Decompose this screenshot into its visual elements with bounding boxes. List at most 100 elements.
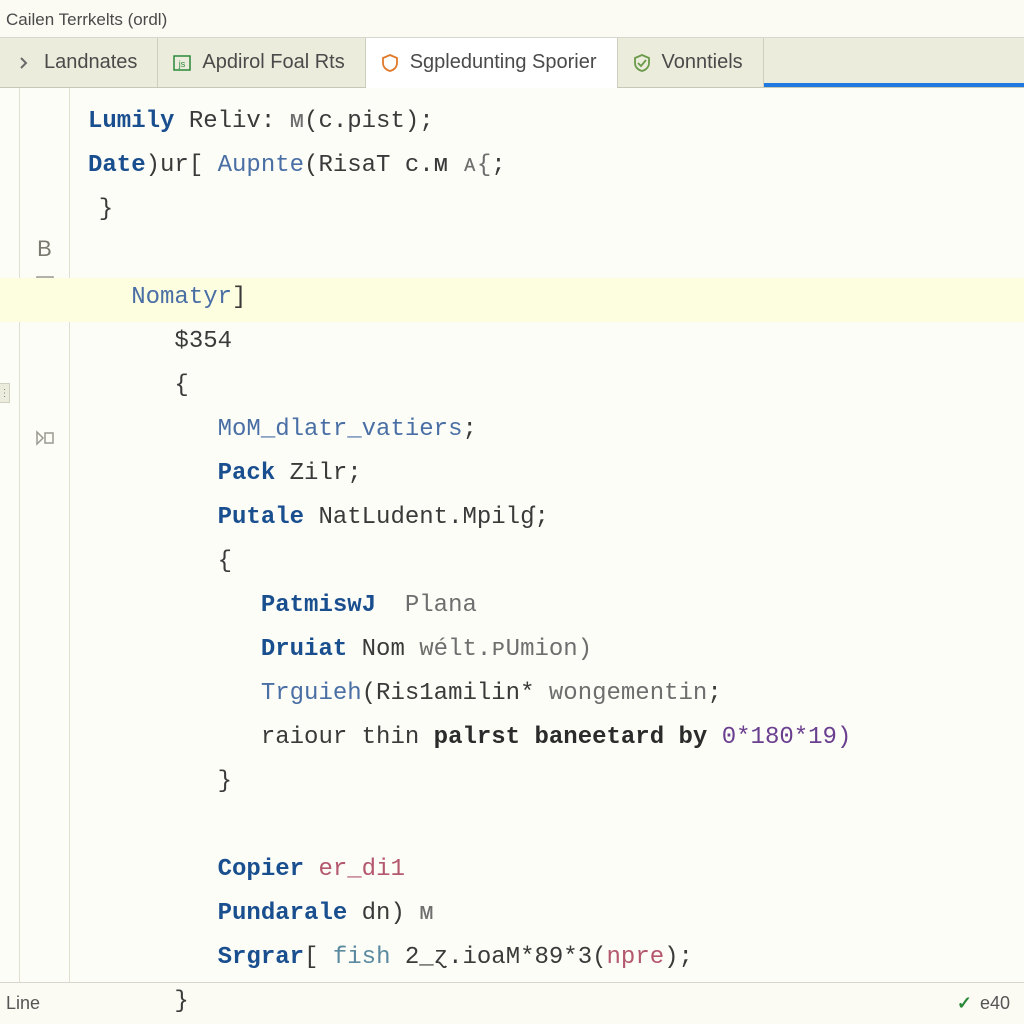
token: $354 [174,328,232,355]
token: Aupnte [218,152,304,179]
token: ] [232,284,246,311]
token: ; [491,152,505,179]
token [88,504,218,531]
token: Zilr; [275,460,361,487]
token: npre [607,944,665,971]
code-line[interactable] [88,804,1024,848]
breakpoint-marker[interactable]: B [37,236,52,262]
token [88,592,261,619]
token [88,284,131,311]
token [88,724,261,751]
token: ; [462,416,476,443]
token: Nomatyr [131,284,232,311]
tab-label: Landnates [44,51,137,74]
tab-label: Apdirol Foal Rts [202,51,344,74]
token: raiour [261,724,347,751]
tab-underline [764,83,1024,87]
token [88,856,218,883]
token: { [88,548,232,575]
code-line[interactable]: Pundarale dn) ᴍ [88,892,1024,936]
tab-label: Sgpledunting Sporier [410,51,597,74]
token: Pundarale [218,900,348,927]
code-line[interactable]: Putale NatLudent.Mpilɠ; [88,496,1024,540]
code-line[interactable]: PatmiswJ Plana [88,584,1024,628]
token: wélt.ᴘUmion) [419,636,592,663]
token: (RisaT c.ᴍ [304,152,462,179]
token: PatmiswJ [261,592,376,619]
code-line[interactable]: Lumily Reliv: ᴍ(c.pist); [88,100,1024,144]
status-line-label[interactable]: Line [6,993,40,1014]
gutter-expand-handle[interactable]: ⋮ [0,383,10,403]
code-line[interactable]: raiour thin palrst baneetard by 0*180*19… [88,716,1024,760]
window-title: Cailen Terrkelts (ordl) [6,10,167,30]
token: 2_ɀ.ioaM*89*3( [390,944,606,971]
tab-label: Vonntiels [662,51,743,74]
token: [ [304,944,333,971]
tab-1[interactable]: js Apdirol Foal Rts [158,38,365,87]
token: Nom [347,636,419,663]
token: } [88,988,189,1015]
token: Date [88,152,146,179]
code-line[interactable]: { [88,364,1024,408]
token: Srgrar [218,944,304,971]
token [304,856,318,883]
token: Plana [405,592,477,619]
code-line[interactable]: } [88,980,1024,1024]
gutter-run-icon[interactable] [35,430,55,446]
svg-text:js: js [178,59,186,69]
code-line[interactable] [88,232,1024,276]
token: Putale [218,504,304,531]
code-line[interactable]: Trguieh(Ris1amilin* wongementin; [88,672,1024,716]
token: { [88,372,189,399]
tab-strip: Landnates js Apdirol Foal Rts Sgpledunting … [0,38,1024,88]
token: er_di1 [318,856,404,883]
tab-3[interactable]: Vonntiels [618,38,764,87]
code-line[interactable]: Druiat Nom wélt.ᴘUmion) [88,628,1024,672]
token [376,592,405,619]
token: Copier [218,856,304,883]
token: fish [333,944,391,971]
token [88,460,218,487]
token: ); [664,944,693,971]
token: wongementin [549,680,707,707]
chevron-icon [14,53,34,73]
token: 0*180*19) [722,724,852,751]
token: Reliv: [174,108,289,135]
tab-2[interactable]: Sgpledunting Sporier [366,38,618,87]
token: Lumily [88,108,174,135]
gutter-fold[interactable] [0,88,20,982]
code-line[interactable]: } [88,760,1024,804]
code-editor[interactable]: Lumily Reliv: ᴍ(c.pist);Date)ur[ Aupnte(… [70,88,1024,982]
gutter-markers[interactable]: B [20,88,70,982]
code-line[interactable]: Pack Zilr; [88,452,1024,496]
token: MoM_dlatr_vatiers [218,416,463,443]
token: } [70,196,113,223]
shield-check-icon [632,53,652,73]
token: } [88,768,232,795]
editor-area: ⋮ B Lumily Reliv: ᴍ(c.pist);Date)ur[ Aup… [0,88,1024,982]
code-line[interactable]: Date)ur[ Aupnte(RisaT c.ᴍ ᴀ{; [88,144,1024,188]
code-line[interactable]: Nomatyr] [88,276,1024,320]
token: thin [347,724,433,751]
tab-0[interactable]: Landnates [0,38,158,87]
token: (Ris1amilin* [362,680,549,707]
code-line[interactable]: Copier er_di1 [88,848,1024,892]
token: NatLudent.Mpilɠ [304,504,534,531]
token: )ur[ [146,152,218,179]
token [88,416,218,443]
brackets-icon: js [172,53,192,73]
code-line[interactable]: { [88,540,1024,584]
token: Druiat [261,636,347,663]
token: Trguieh [261,680,362,707]
token: ᴍ [419,900,433,927]
token: Pack [218,460,276,487]
code-line[interactable]: Srgrar[ fish 2_ɀ.ioaM*89*3(npre); [88,936,1024,980]
token: dn) [347,900,419,927]
code-line[interactable]: } [70,188,1024,232]
token: ᴀ{ [462,152,491,179]
code-line[interactable]: MoM_dlatr_vatiers; [88,408,1024,452]
code-line[interactable]: $354 [88,320,1024,364]
token [88,680,261,707]
token: ᴍ [290,108,304,135]
token [88,944,218,971]
